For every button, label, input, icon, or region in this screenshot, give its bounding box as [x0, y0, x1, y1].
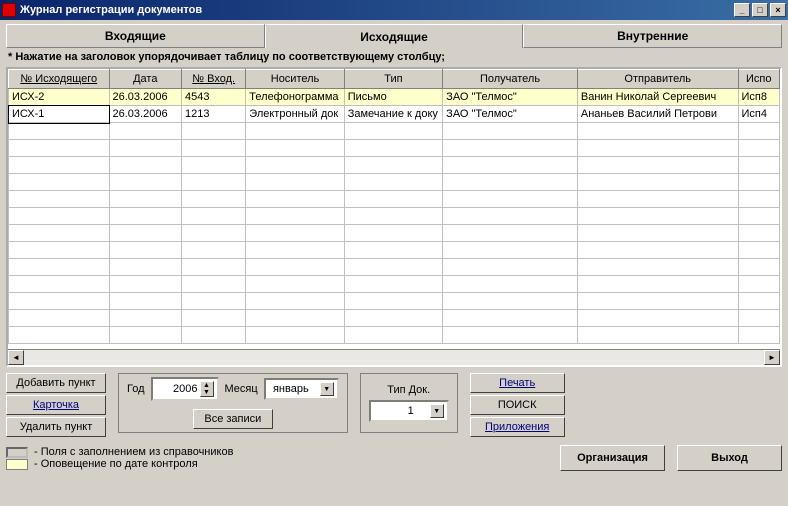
add-item-button[interactable]: Добавить пункт — [6, 373, 106, 393]
col-carrier[interactable]: Носитель — [246, 70, 344, 89]
organization-button[interactable]: Организация — [560, 445, 665, 471]
col-type[interactable]: Тип — [344, 70, 442, 89]
scroll-right-button[interactable]: ► — [764, 350, 780, 365]
col-in-no[interactable]: № Вход. — [182, 70, 246, 89]
tab-internal[interactable]: Внутренние — [523, 24, 782, 48]
documents-table: № Исходящего Дата № Вход. Носитель Тип П… — [6, 67, 782, 367]
window-title: Журнал регистрации документов — [20, 4, 734, 16]
table-row[interactable]: ИСХ-126.03.2006 1213Электронный док Заме… — [9, 106, 780, 123]
col-out-no[interactable]: № Исходящего — [9, 70, 110, 89]
horizontal-scrollbar[interactable]: ◄ ► — [8, 349, 780, 365]
col-date[interactable]: Дата — [109, 70, 182, 89]
tab-incoming[interactable]: Входящие — [6, 24, 265, 48]
window-titlebar: Журнал регистрации документов _ □ × — [0, 0, 788, 20]
maximize-button[interactable]: □ — [752, 3, 768, 17]
exit-button[interactable]: Выход — [677, 445, 782, 471]
attachments-button[interactable]: Приложения — [470, 417, 565, 437]
legend-ref-fields: - Поля с заполнением из справочников — [6, 446, 548, 458]
col-sender[interactable]: Отправитель — [577, 70, 738, 89]
card-button[interactable]: Карточка — [6, 395, 106, 415]
legend-alert-date: - Оповещение по дате контроля — [6, 458, 548, 470]
search-button[interactable]: ПОИСК — [470, 395, 565, 415]
swatch-yellow-icon — [6, 459, 28, 470]
cell-editing: ИСХ-1 — [9, 106, 110, 123]
doctype-label: Тип Док. — [369, 384, 449, 396]
sort-hint: * Нажатие на заголовок упорядочивает таб… — [6, 48, 782, 67]
print-button[interactable]: Печать — [470, 373, 565, 393]
all-records-button[interactable]: Все записи — [193, 409, 273, 429]
col-recipient[interactable]: Получатель — [443, 70, 578, 89]
minimize-button[interactable]: _ — [734, 3, 750, 17]
doctype-panel: Тип Док. 1 ▼ — [360, 373, 458, 433]
col-exec[interactable]: Испо — [738, 70, 780, 89]
month-label: Месяц — [225, 383, 258, 395]
doctype-combo[interactable]: 1 ▼ — [369, 400, 449, 422]
close-button[interactable]: × — [770, 3, 786, 17]
swatch-green-icon — [6, 447, 28, 458]
month-combo[interactable]: январь ▼ — [264, 378, 339, 400]
app-icon — [2, 3, 16, 17]
tab-bar: Входящие Исходящие Внутренние — [6, 24, 782, 48]
year-label: Год — [127, 383, 145, 395]
table-row[interactable]: ИСХ-226.03.2006 4543Телефонограмма Письм… — [9, 89, 780, 106]
delete-item-button[interactable]: Удалить пункт — [6, 417, 106, 437]
tab-outgoing[interactable]: Исходящие — [265, 24, 524, 48]
year-spinner[interactable]: 2006 ▲▼ — [151, 377, 219, 401]
filter-panel: Год 2006 ▲▼ Месяц январь ▼ Все записи — [118, 373, 348, 433]
scroll-left-button[interactable]: ◄ — [8, 350, 24, 365]
